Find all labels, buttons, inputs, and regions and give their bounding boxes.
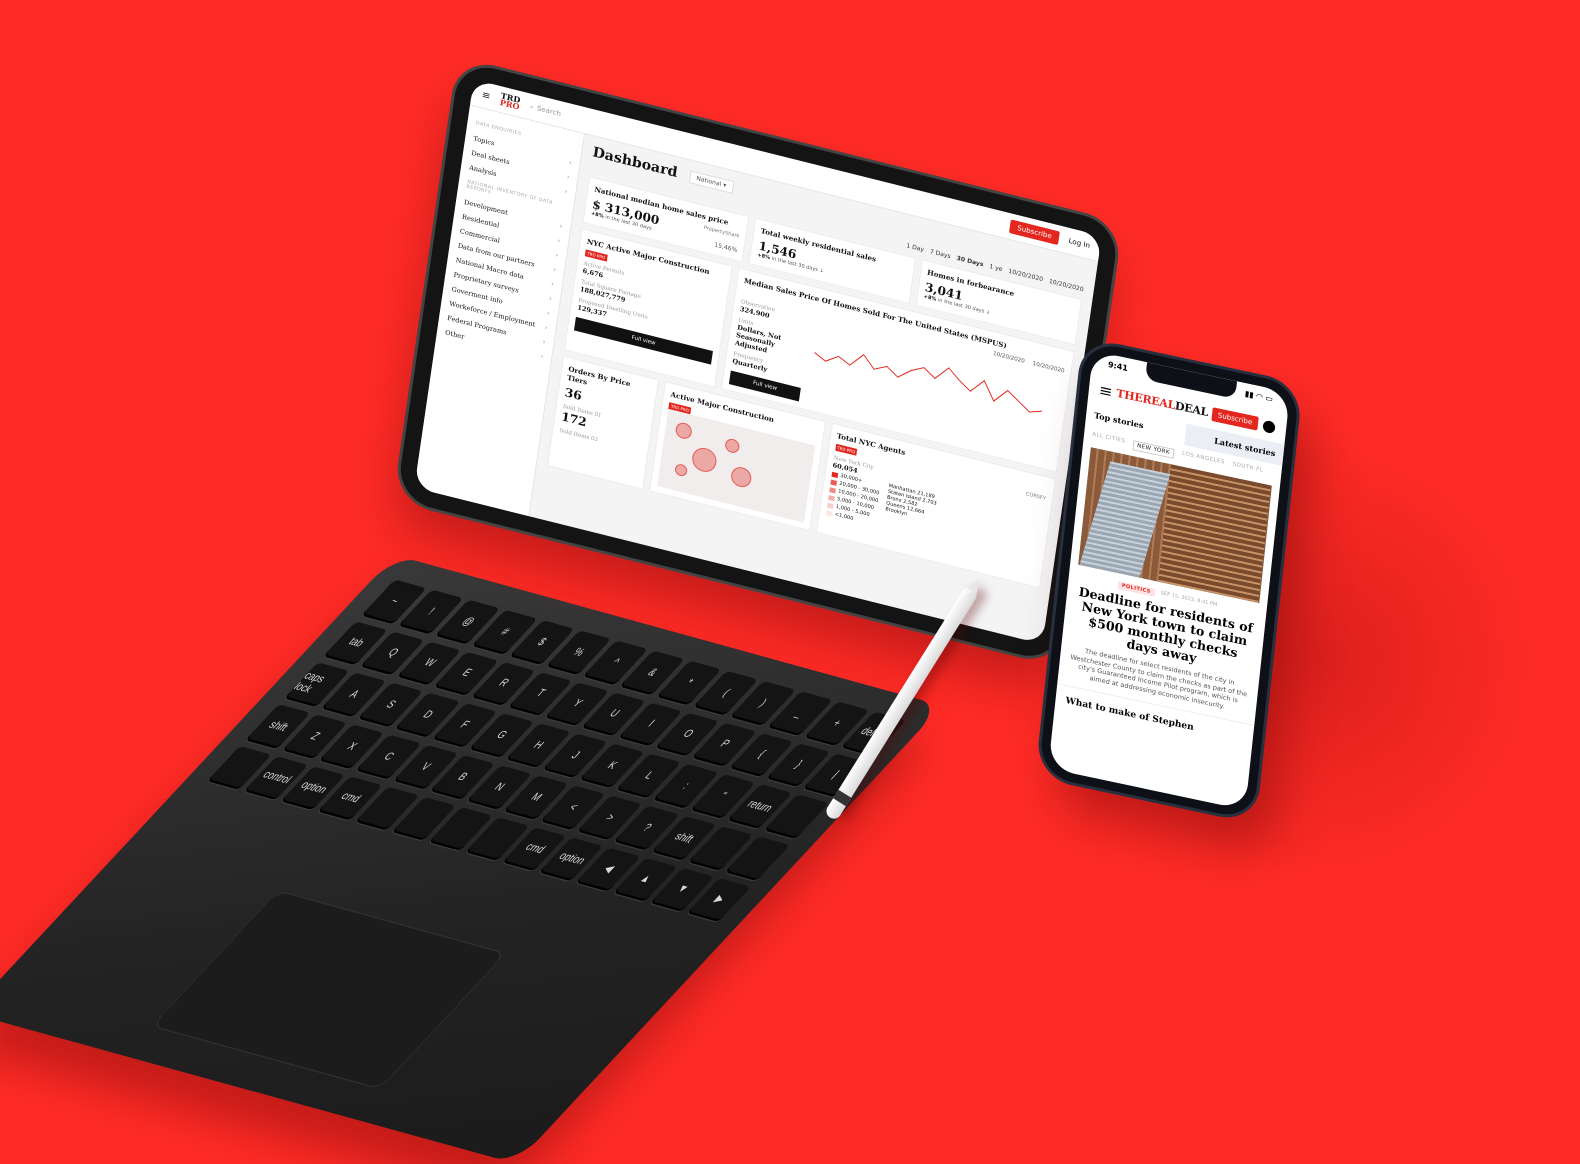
chevron-icon: › (559, 221, 563, 230)
legend-swatch (825, 509, 833, 517)
city-tab[interactable]: SOUTH FL (1232, 461, 1263, 477)
legend-swatch (828, 486, 836, 493)
chevron-icon: › (552, 264, 557, 274)
subscribe-button[interactable]: Subscribe (1211, 406, 1260, 431)
chevron-icon: › (556, 235, 561, 245)
map-bubble[interactable] (730, 465, 753, 490)
trd-pro-logo[interactable]: TRD PRO (499, 90, 521, 111)
map-bubble[interactable] (674, 462, 689, 478)
mspus-line-chart (814, 351, 1043, 413)
chevron-icon: › (548, 293, 553, 303)
map-bubble[interactable] (674, 421, 694, 441)
tablet-device: ≡ TRD PRO ⌕ Search Subscribe Log In DATA… (396, 60, 1120, 664)
legend-swatch (826, 502, 834, 509)
city-tab[interactable]: NEW YORK (1132, 440, 1175, 459)
map-bubble[interactable] (690, 445, 719, 475)
magic-keyboard: ~!@#$%^&*()_+deletetabQWERTYUIOP{}|caps … (0, 555, 943, 1164)
search-box[interactable]: ⌕ Search (529, 102, 561, 118)
pro-tag: TRD PRO (834, 443, 858, 456)
search-placeholder: Search (536, 104, 562, 119)
source-label: CORSFY (1025, 491, 1047, 502)
range-option[interactable]: 1 ye (989, 263, 1003, 273)
chevron-icon: › (564, 186, 568, 196)
pro-tag: TRD PRO (584, 249, 608, 262)
city-tab[interactable]: LOS ANGELES (1181, 451, 1225, 470)
phone-device: 9:41 ▮▮ ◠ ▭ ≡ THEREALDEAL Subscribe ● To… (1038, 340, 1300, 821)
legend-swatch (831, 471, 838, 478)
chevron-icon: › (568, 157, 573, 167)
phone-screen: 9:41 ▮▮ ◠ ▭ ≡ THEREALDEAL Subscribe ● To… (1048, 350, 1291, 811)
range-option[interactable]: 7 Days (929, 248, 951, 260)
search-icon: ⌕ (529, 102, 535, 111)
chevron-icon: › (540, 351, 544, 361)
dashboard-main: Dashboard National ▾ 1 Day 7 Days 30 Days 1… (529, 134, 1098, 644)
chevron-icon: › (554, 250, 559, 259)
login-link[interactable]: Log In (1068, 237, 1090, 250)
menu-icon[interactable]: ≡ (1098, 380, 1113, 401)
range-option[interactable]: 30 Days (956, 255, 984, 268)
city-tab[interactable]: ALL CITIES (1091, 432, 1126, 449)
tablet-screen: ≡ TRD PRO ⌕ Search Subscribe Log In DATA… (414, 79, 1102, 645)
chevron-icon: › (546, 308, 551, 317)
range-option[interactable]: 1 Day (906, 242, 925, 253)
menu-icon[interactable]: ≡ (481, 89, 491, 102)
map-bubble[interactable] (724, 437, 741, 455)
legend-swatch (827, 494, 835, 501)
orders-card[interactable]: Orders By Price Tiers 36 Sold Items 01 1… (547, 355, 660, 490)
trackpad[interactable] (151, 890, 507, 1090)
chevron-icon: › (544, 322, 549, 332)
arrow-down-icon: ↓ (985, 309, 991, 317)
arrow-down-icon: ↓ (819, 267, 825, 275)
chevron-icon: › (566, 172, 570, 181)
chevron-icon: › (542, 337, 546, 346)
user-icon[interactable]: ● (1261, 415, 1277, 437)
chevron-icon: › (550, 279, 555, 288)
legend-swatch (829, 478, 837, 486)
